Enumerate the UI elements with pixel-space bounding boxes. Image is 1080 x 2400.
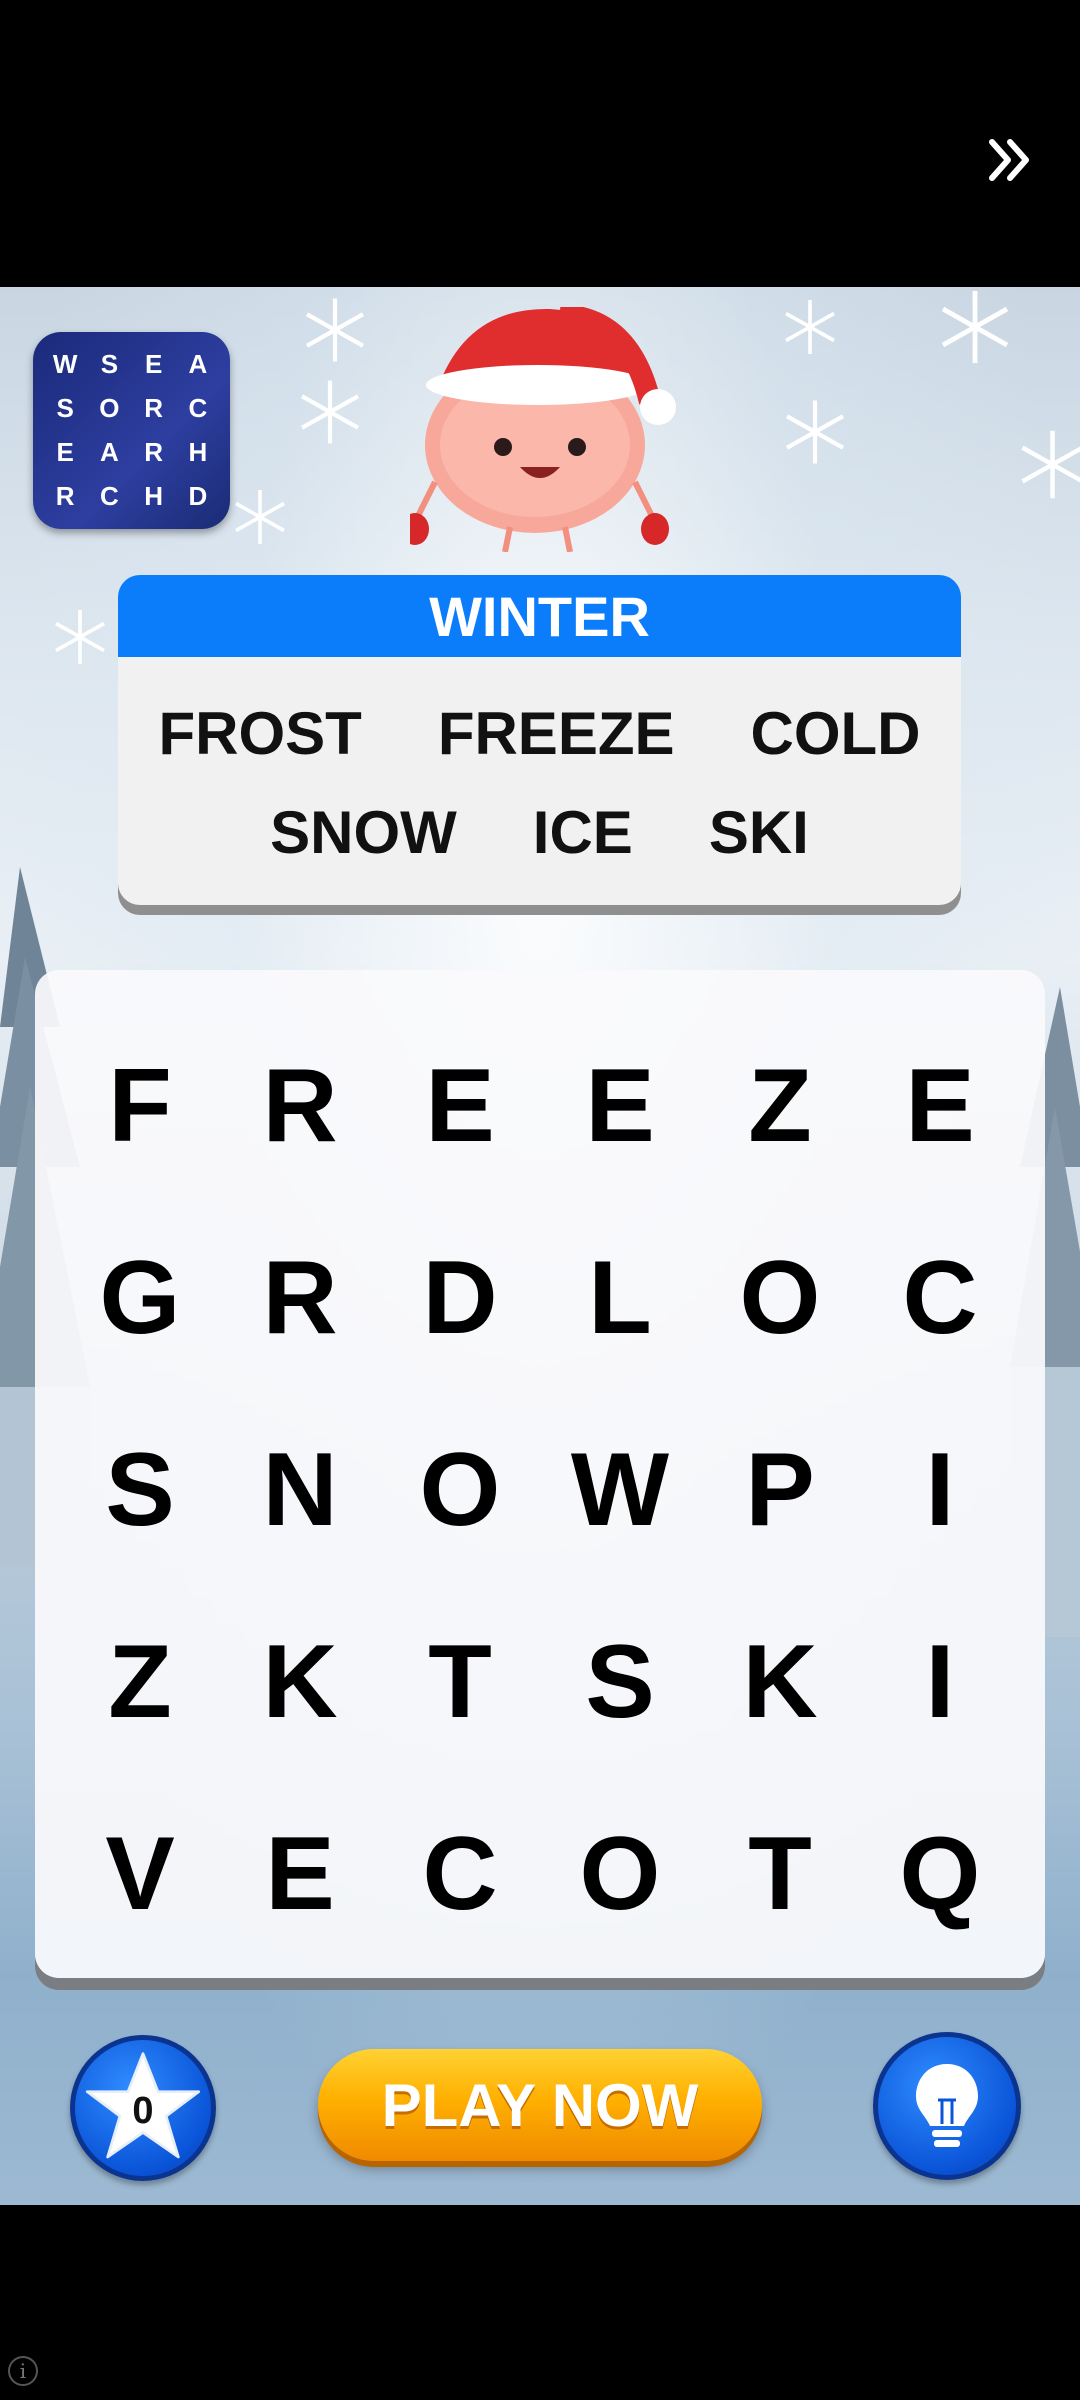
logo-letter: A [99,437,119,468]
logo-letter: H [188,437,208,468]
logo-letter: O [99,392,120,423]
snowflake-icon [785,400,845,464]
snowflake-icon [300,380,360,444]
target-word: SNOW [270,799,457,866]
grid-letter-cell[interactable]: T [700,1778,860,1970]
grid-letter-cell[interactable]: N [220,1394,380,1586]
logo-letter: W [52,348,78,379]
logo-letter: C [188,392,208,423]
grid-letter-cell[interactable]: T [380,1586,540,1778]
grid-letter-cell[interactable]: I [860,1586,1020,1778]
logo-letter: E [144,348,163,379]
star-count: 0 [132,2090,154,2132]
info-icon[interactable]: i [8,2356,38,2386]
snowflake-icon [55,610,105,664]
grid-letter-cell[interactable]: S [540,1586,700,1778]
grid-letter-cell[interactable]: S [60,1394,220,1586]
grid-letter-cell[interactable]: K [220,1586,380,1778]
target-word: FREEZE [437,700,675,767]
target-word: SKI [708,799,809,866]
grid-letter-cell[interactable]: O [540,1778,700,1970]
word-list-row: FROST FREEZE COLD [118,699,961,768]
grid-letter-cell[interactable]: G [60,1202,220,1394]
logo-letter: C [99,481,119,512]
logo-letter: D [188,481,208,512]
logo-letter: S [100,348,119,379]
play-now-button[interactable]: PLAY NOW [318,2049,762,2161]
logo-letter: R [144,437,164,468]
grid-letter-cell[interactable]: P [700,1394,860,1586]
grid-letter-cell[interactable]: R [220,1010,380,1202]
double-chevron-right-icon [989,139,1029,181]
grid-letter-cell[interactable]: E [860,1010,1020,1202]
grid-letter-cell[interactable]: Q [860,1778,1020,1970]
skip-ad-button[interactable] [980,125,1040,195]
lightbulb-icon [916,2064,978,2147]
grid-letter-cell[interactable]: I [860,1394,1020,1586]
word-list-row: SNOW ICE SKI [118,798,961,867]
snowflake-icon [941,291,1009,363]
ad-top-bar [0,0,1080,287]
logo-letter: H [144,481,164,512]
snowflake-icon [305,298,365,362]
word-search-logo: WSEASORCEARHRCHD [33,332,230,529]
snowflake-icon [235,490,285,544]
logo-letter: A [188,348,208,379]
logo-letter: R [55,481,75,512]
grid-letter-cell[interactable]: D [380,1202,540,1394]
grid-letter-cell[interactable]: Z [60,1586,220,1778]
grid-letter-cell[interactable]: L [540,1202,700,1394]
grid-letter-cell[interactable]: V [60,1778,220,1970]
snowflake-icon [1021,430,1080,499]
grid-letter-cell[interactable]: E [380,1010,540,1202]
logo-letter: R [144,392,164,423]
letter-grid[interactable]: FREEZEGRDLOCSNOWPIZKTSKIVECOTQ [60,1010,1020,1970]
category-title: WINTER [118,575,961,657]
grid-letter-cell[interactable]: O [700,1202,860,1394]
target-word: COLD [750,700,921,767]
target-word: ICE [532,799,633,866]
grid-letter-cell[interactable]: Z [700,1010,860,1202]
grid-letter-cell[interactable]: R [220,1202,380,1394]
letter-grid-board: FREEZEGRDLOCSNOWPIZKTSKIVECOTQ [35,970,1045,1978]
brain-mascot-icon [410,307,676,552]
logo-letter: E [56,437,74,468]
logo-letter: S [56,392,74,423]
word-list-card: WINTER FROST FREEZE COLD SNOW ICE SKI [118,575,961,905]
grid-letter-cell[interactable]: C [380,1778,540,1970]
target-word: FROST [158,700,362,767]
grid-letter-cell[interactable]: K [700,1586,860,1778]
snowflake-icon [785,300,835,354]
grid-letter-cell[interactable]: E [540,1010,700,1202]
grid-letter-cell[interactable]: O [380,1394,540,1586]
hint-button[interactable] [873,2032,1021,2180]
star-button[interactable]: 0 [70,2035,216,2181]
grid-letter-cell[interactable]: E [220,1778,380,1970]
grid-letter-cell[interactable]: F [60,1010,220,1202]
grid-letter-cell[interactable]: C [860,1202,1020,1394]
grid-letter-cell[interactable]: W [540,1394,700,1586]
game-area: WSEASORCEARHRCHD WINTER FROST FREEZE COL… [0,287,1080,2205]
